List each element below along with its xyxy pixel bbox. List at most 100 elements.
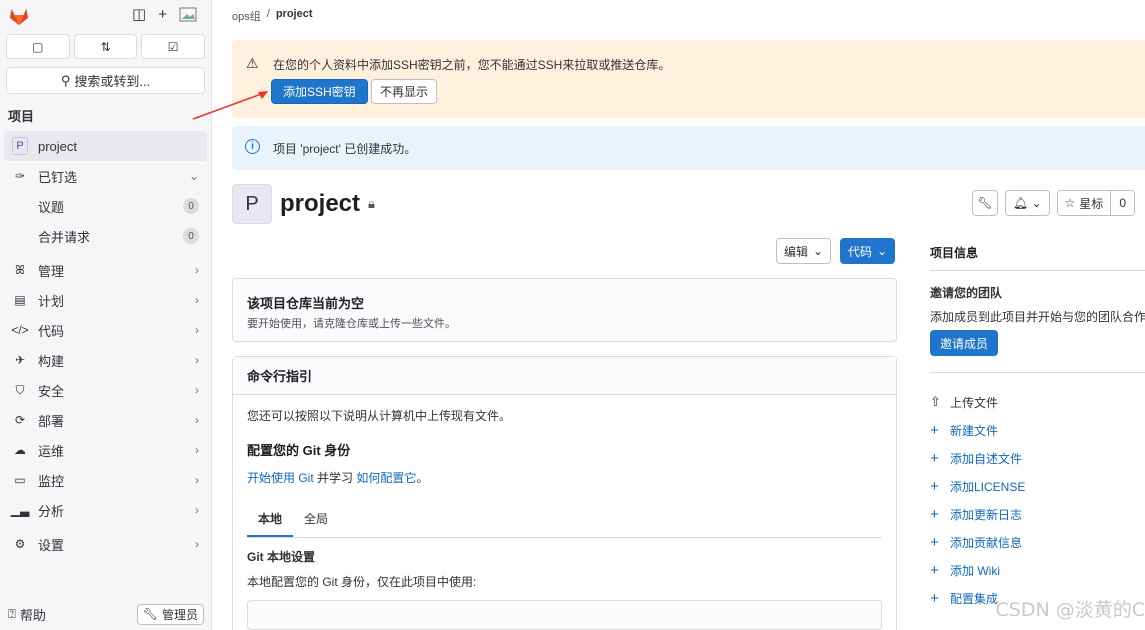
upload-icon: ⇧ [930,394,941,409]
sidebar-item-label: 合并请求 [38,229,91,245]
new-file-link[interactable]: + 新建文件 [930,416,1025,444]
project-created-alert: i 项目 'project' 已创建成功。 ✕ [232,126,1145,170]
link-end-text: 。 [416,471,429,485]
how-to-configure-link[interactable]: 如何配置它 [356,471,416,485]
project-header: P project 🔒︎ [232,184,375,224]
getting-started-link[interactable]: 开始使用 Git [247,471,314,485]
star-button[interactable]: ☆ 星标 [1058,191,1112,215]
add-wiki-link[interactable]: + 添加 Wiki [930,556,1025,584]
link-separator-text: 并学习 [313,471,357,485]
identity-title: 配置您的 Git 身份 [247,443,351,458]
empty-repo-card: 该项目仓库当前为空 要开始使用，请克隆仓库或上传一些文件。 [232,278,897,342]
bell-icon: 🔔︎ [1012,196,1029,210]
add-changelog-link[interactable]: + 添加更新日志 [930,500,1025,528]
calendar-icon: ▤ [14,293,26,307]
chevron-right-icon: › [195,443,199,457]
star-count[interactable]: 0 [1111,191,1134,215]
tab-global[interactable]: 全局 [293,502,339,537]
sidebar-item-analyze[interactable]: ▁▃ 分析 › [4,495,207,525]
sidebar-footer: ⍰ 帮助 🔧︎ 管理员 [0,598,212,630]
invite-members-button[interactable]: 邀请成员 [930,330,999,356]
chevron-right-icon: › [195,503,199,517]
code-dropdown-button[interactable]: 代码 ⌄ [840,238,896,264]
code-block [247,600,882,630]
plus-icon: + [930,477,939,495]
dont-show-again-button[interactable]: 不再显示 [371,79,438,104]
sidebar-item-build[interactable]: ✈ 构建 › [4,345,207,375]
search-button[interactable]: ⚲ 搜索或转到... [6,67,205,94]
sidebar-item-monitor[interactable]: ▭ 监控 › [4,465,207,495]
chevron-right-icon: › [195,263,199,277]
lock-icon: 🔒︎ [368,196,375,211]
sidebar-item-pinned[interactable]: ✑ 已钉选 ⌄ [4,161,207,191]
sidebar-item-label: 运维 [38,443,65,459]
chevron-right-icon: › [195,323,199,337]
plus-icon: + [930,449,939,467]
sidebar-item-label: 代码 [38,323,65,339]
chart-icon: ▁▃ [10,503,30,517]
sidebar-section-title: 项目 [8,109,35,124]
sidebar-item-deploy[interactable]: ⟳ 部署 › [4,405,207,435]
sidebar-item-issues[interactable]: 议题 0 [4,191,207,221]
sidebar-item-merge-requests[interactable]: 合并请求 0 [4,221,207,251]
upload-label: 上传文件 [950,395,999,410]
sidebar-item-label: 设置 [38,537,65,553]
star-icon: ☆ [1064,196,1076,210]
project-avatar-small: P [12,137,28,155]
help-label: 帮助 [19,607,46,623]
chevron-right-icon: › [195,293,199,307]
divider [930,270,1145,271]
breadcrumb-group-link[interactable]: ops组 [232,8,261,24]
add-readme-link[interactable]: + 添加自述文件 [930,444,1025,472]
star-button-group: ☆ 星标 0 [1056,190,1135,216]
sidebar-item-code[interactable]: </> 代码 › [4,315,207,345]
page-title: project [280,190,361,217]
tab-local[interactable]: 本地 [247,502,294,537]
local-config-title: Git 本地设置 [247,550,315,564]
sidebar-item-settings[interactable]: ⚙ 设置 › [4,529,207,559]
gitlab-logo[interactable] [8,6,30,26]
warning-icon: ⚠ [246,55,259,71]
add-license-link[interactable]: + 添加LICENSE [930,472,1025,500]
main-content: ops组 / project ⚠ 在您的个人资料中添加SSH密钥之前，您不能通过… [212,0,1145,630]
pin-icon: ✑ [14,169,26,183]
breadcrumb-current[interactable]: project [276,8,313,24]
shield-icon: ⛉ [15,382,25,397]
wrench-icon: 🔧︎ [142,607,158,621]
ssh-warning-alert: ⚠ 在您的个人资料中添加SSH密钥之前，您不能通过SSH来拉取或推送仓库。 添加… [232,40,1145,118]
merge-requests-shortcut-button[interactable]: ⇅ [73,34,138,59]
sidebar-item-plan[interactable]: ▤ 计划 › [4,285,207,315]
sidebar-item-label: 计划 [38,293,65,309]
todos-shortcut-button[interactable]: ☑ [141,34,206,59]
merge-request-icon: ⇅ [100,39,111,54]
search-icon: ⚲ [60,72,71,88]
sidebar-item-project[interactable]: P project [4,131,207,161]
add-contributing-link[interactable]: + 添加贡献信息 [930,528,1025,556]
notifications-button[interactable]: 🔔︎ ⌄ [1004,190,1050,216]
project-info-title: 项目信息 [930,246,979,260]
sidebar-item-security[interactable]: ⛉ 安全 › [4,375,207,405]
issues-shortcut-button[interactable]: ▢ [6,34,70,59]
help-button[interactable]: ⍰ 帮助 [8,605,46,624]
cli-intro: 您还可以按照以下说明从计算机中上传现有文件。 [247,409,512,423]
sidebar-toggle-icon[interactable]: ◫ [132,5,146,25]
add-ssh-key-button[interactable]: 添加SSH密钥 [271,79,368,104]
action-label: 添加 Wiki [950,563,1000,578]
action-label: 添加贡献信息 [950,535,1023,550]
chevron-right-icon: › [195,537,199,551]
create-new-icon[interactable]: + [158,5,167,25]
chevron-right-icon: › [195,383,199,397]
todo-icon: ☑ [167,39,179,54]
admin-area-button[interactable]: 🔧︎ 管理员 [136,603,204,625]
settings-wrench-button[interactable]: 🔧︎ [971,190,998,216]
user-avatar[interactable] [179,5,201,25]
upload-file-link[interactable]: ⇧ 上传文件 [930,388,1025,416]
cloud-icon: ☁ [14,443,26,457]
chevron-down-icon: ⌄ [1031,196,1042,210]
admin-label: 管理员 [161,607,198,622]
edit-dropdown-button[interactable]: 编辑 ⌄ [776,238,832,264]
sidebar-item-operate[interactable]: ☁ 运维 › [4,435,207,465]
sidebar-item-manage[interactable]: ꕤ 管理 › [4,255,207,285]
sidebar-item-label: 议题 [38,199,65,215]
empty-repo-title: 该项目仓库当前为空 [247,296,365,311]
